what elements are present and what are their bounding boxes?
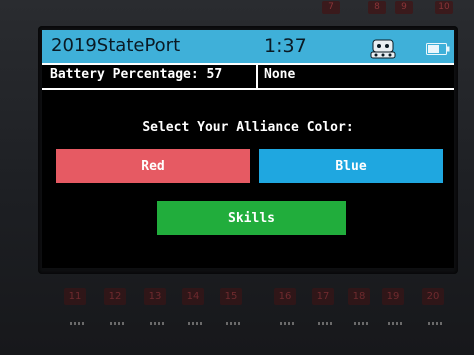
port-pins-group [318,322,332,325]
top-port-labels: 7 8 9 10 [150,0,474,16]
red-alliance-button[interactable]: Red [56,149,250,183]
skills-button[interactable]: Skills [157,201,346,235]
port-label: 15 [220,288,242,305]
port-label: 17 [312,288,334,305]
port-label: 18 [348,288,370,305]
robot-icon[interactable] [370,38,396,60]
port-label: 7 [322,1,340,14]
port-label: 10 [435,1,453,14]
selected-mode-label: None [264,67,296,82]
port-label: 14 [182,288,204,305]
port-pins [60,318,474,330]
program-timer: 1:37 [264,35,307,57]
port-pins-group [354,322,368,325]
program-name: 2019StatePort [51,35,181,56]
port-label: 19 [382,288,404,305]
bottom-port-labels: 11 12 13 14 15 16 17 18 19 20 [60,288,474,308]
port-pins-group [70,322,84,325]
port-label: 12 [104,288,126,305]
status-row: Battery Percentage: 57 None [42,63,454,90]
battery-icon [426,43,450,55]
port-pins-group [188,322,202,325]
port-pins-group [428,322,442,325]
battery-percentage-label: Battery Percentage: 57 [50,67,223,82]
port-pins-group [388,322,402,325]
port-label: 20 [422,288,444,305]
touch-screen: 2019StatePort 1:37 Battery Percentage: 5… [42,30,454,268]
port-label: 9 [395,1,413,14]
port-pins-group [110,322,124,325]
status-divider [256,65,258,88]
vex-brain-device: 7 8 9 10 2019StatePort 1:37 Battery Perc… [0,0,474,355]
port-label: 13 [144,288,166,305]
port-label: 16 [274,288,296,305]
port-label: 11 [64,288,86,305]
alliance-prompt: Select Your Alliance Color: [142,120,354,135]
blue-alliance-button[interactable]: Blue [259,149,443,183]
port-pins-group [150,322,164,325]
port-label: 8 [368,1,386,14]
port-pins-group [280,322,294,325]
port-pins-group [226,322,240,325]
title-bar: 2019StatePort 1:37 [42,30,454,63]
